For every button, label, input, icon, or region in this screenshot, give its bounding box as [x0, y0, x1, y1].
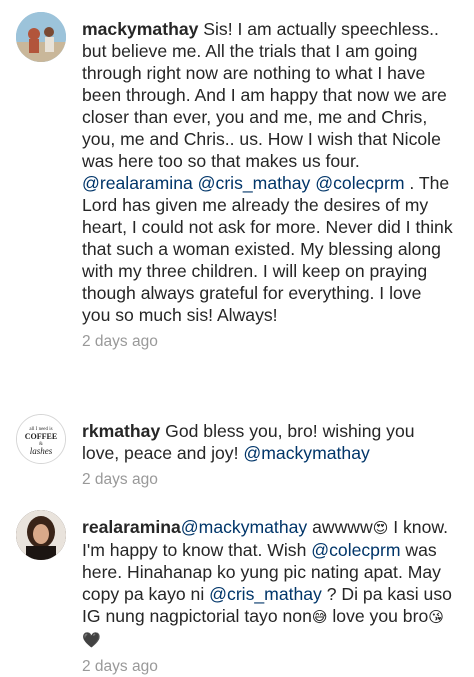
mention-link[interactable]: @mackymathay [243, 443, 369, 463]
comment-username[interactable]: realaramina [82, 517, 181, 537]
comment-text-segment: . The Lord has given me already the desi… [82, 173, 453, 325]
avatar-photo-icon [16, 510, 66, 560]
comment-text: mackymathay Sis! I am actually speechles… [82, 18, 454, 326]
comment-timestamp: 2 days ago [82, 333, 158, 350]
avatar[interactable] [16, 12, 66, 62]
avatar-photo-icon [16, 12, 66, 62]
comment-text: realaramina@mackymathay awwww😍 I know. I… [82, 516, 454, 651]
avatar-coffee-lashes-icon: all I need is COFFEE & lashes [17, 415, 65, 463]
mention-link[interactable]: @colecprm [311, 540, 400, 560]
comment-text: rkmathay God bless you, bro! wishing you… [82, 420, 454, 464]
comment-text-segment: love you bro [327, 606, 429, 626]
comment-timestamp: 2 days ago [82, 658, 158, 675]
comment-text-segment: awwww [307, 517, 373, 537]
comment-timestamp: 2 days ago [82, 471, 158, 488]
comment-username[interactable]: mackymathay [82, 19, 198, 39]
mention-link[interactable]: @colecprm [315, 173, 404, 193]
mention-link[interactable]: @cris_mathay [209, 584, 322, 604]
emoji: 😅 [311, 608, 328, 626]
mention-link[interactable]: @cris_mathay [198, 173, 311, 193]
avatar[interactable] [16, 510, 66, 560]
avatar-text-4: lashes [30, 446, 53, 456]
mention-link[interactable]: @realaramina [82, 173, 193, 193]
avatar-text-2: COFFEE [25, 432, 57, 441]
comment-username[interactable]: rkmathay [82, 421, 160, 441]
comment-text-segment: Sis! I am actually speechless.. but beli… [82, 19, 447, 171]
emoji: 😍 [372, 519, 389, 537]
avatar[interactable]: all I need is COFFEE & lashes [16, 414, 66, 464]
mention-link[interactable]: @mackymathay [181, 517, 307, 537]
